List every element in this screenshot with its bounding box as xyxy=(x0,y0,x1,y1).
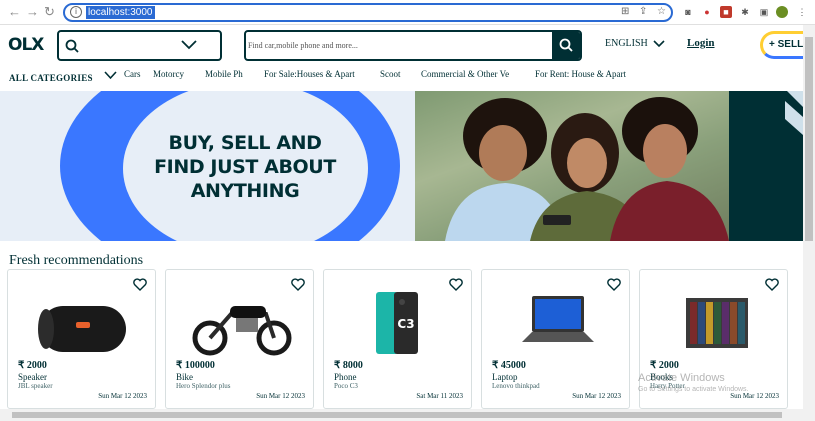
puzzle-extensions-icon[interactable]: ✱ xyxy=(739,6,751,18)
profile-avatar-icon[interactable] xyxy=(776,6,788,18)
os-activation-watermark: Activate Windows xyxy=(638,372,725,384)
reload-icon[interactable]: ↻ xyxy=(44,4,55,20)
product-date: Sat Mar 11 2023 xyxy=(416,392,463,400)
address-bar[interactable]: i localhost:3000 ⊞ ⇪ ☆ xyxy=(63,3,673,22)
banner-line: ANYTHING xyxy=(190,180,300,202)
vertical-scrollbar[interactable] xyxy=(803,25,815,421)
olx-logo[interactable]: OLX xyxy=(8,35,44,55)
translate-icon[interactable]: ⊞ xyxy=(621,6,629,17)
extension-badge-icon[interactable]: ● xyxy=(701,6,713,18)
sidepanel-icon[interactable]: ▣ xyxy=(758,6,770,18)
product-name: JBL speaker xyxy=(18,382,53,390)
product-category: Speaker xyxy=(18,372,47,382)
banner-line: BUY, SELL AND xyxy=(168,132,322,154)
all-categories[interactable]: ALL CATEGORIES xyxy=(9,73,93,83)
product-date: Sun Mar 12 2023 xyxy=(256,392,305,400)
chevron-down-icon[interactable] xyxy=(181,40,197,50)
site-info-icon[interactable]: i xyxy=(70,6,82,18)
forward-arrow-icon[interactable]: → xyxy=(26,4,39,20)
product-price: ₹ 2000 xyxy=(650,360,679,371)
banner-photo xyxy=(415,91,729,241)
product-card[interactable]: ₹ 2000 Speaker JBL speaker Sun Mar 12 20… xyxy=(7,269,156,409)
category-item[interactable]: Cars xyxy=(124,69,141,79)
category-item[interactable]: Mobile Ph xyxy=(205,69,243,79)
product-date: Sun Mar 12 2023 xyxy=(98,392,147,400)
scrollbar-thumb[interactable] xyxy=(805,37,813,241)
product-date: Sun Mar 12 2023 xyxy=(730,392,779,400)
site-header: OLX Find car,mobile phone and more... EN… xyxy=(0,25,815,65)
product-image xyxy=(522,296,594,342)
category-item[interactable]: For Sale:Houses & Apart xyxy=(264,69,355,79)
chevron-down-icon[interactable] xyxy=(104,71,117,80)
category-item[interactable]: Scoot xyxy=(380,69,401,79)
search-input[interactable]: Find car,mobile phone and more... xyxy=(248,41,358,50)
product-price: ₹ 45000 xyxy=(492,360,526,371)
category-item[interactable]: Motorcy xyxy=(153,69,184,79)
product-category: Phone xyxy=(334,372,357,382)
product-image xyxy=(192,306,292,356)
language-selector[interactable]: ENGLISH xyxy=(605,38,665,49)
product-category: Bike xyxy=(176,372,193,382)
section-title: Fresh recommendations xyxy=(9,253,144,268)
camera-extension-icon[interactable]: ◙ xyxy=(682,6,694,18)
browser-menu-icon[interactable]: ⋮ xyxy=(796,6,808,18)
category-item[interactable]: For Rent: House & Apart xyxy=(535,69,626,79)
product-name: Poco C3 xyxy=(334,382,358,390)
banner-headline: BUY, SELL AND FIND JUST ABOUT ANYTHING xyxy=(130,131,360,203)
location-input[interactable] xyxy=(57,30,222,61)
search-button[interactable] xyxy=(552,32,580,59)
product-price: ₹ 2000 xyxy=(18,360,47,371)
category-bar: ALL CATEGORIES Cars Motorcy Mobile Ph Fo… xyxy=(0,65,803,91)
scrollbar-thumb[interactable] xyxy=(12,412,782,418)
product-card[interactable]: ₹ 100000 Bike Hero Splendor plus Sun Mar… xyxy=(165,269,314,409)
language-label: ENGLISH xyxy=(605,38,648,49)
sell-label: + SELL xyxy=(769,39,804,50)
horizontal-scrollbar[interactable] xyxy=(0,409,803,421)
chevron-down-icon xyxy=(653,40,665,47)
search-icon xyxy=(65,39,79,53)
product-price: ₹ 100000 xyxy=(176,360,215,371)
os-activation-hint: Go to Settings to activate Windows. xyxy=(638,386,749,393)
back-arrow-icon[interactable]: ← xyxy=(8,4,21,20)
product-image xyxy=(38,306,126,352)
banner-accent xyxy=(729,91,803,241)
search-bar[interactable]: Find car,mobile phone and more... xyxy=(244,30,582,61)
login-link[interactable]: Login xyxy=(687,37,715,49)
svg-text:C3: C3 xyxy=(397,317,414,331)
product-name: Lenovo thinkpad xyxy=(492,382,540,390)
product-image xyxy=(686,298,748,348)
category-item[interactable]: Commercial & Other Ve xyxy=(421,69,509,79)
product-image: C3 xyxy=(376,292,418,354)
search-icon xyxy=(559,38,573,52)
extension-red-icon[interactable]: ■ xyxy=(720,6,732,18)
product-card[interactable]: C3 ₹ 8000 Phone Poco C3 Sat Mar 11 2023 xyxy=(323,269,472,409)
product-date: Sun Mar 12 2023 xyxy=(572,392,621,400)
product-name: Hero Splendor plus xyxy=(176,382,231,390)
product-price: ₹ 8000 xyxy=(334,360,363,371)
browser-toolbar: ← → ↻ i localhost:3000 ⊞ ⇪ ☆ ◙ ● ■ ✱ ▣ ⋮ xyxy=(0,0,815,25)
product-category: Laptop xyxy=(492,372,518,382)
share-icon[interactable]: ⇪ xyxy=(639,6,647,17)
bookmark-star-icon[interactable]: ☆ xyxy=(657,6,666,17)
banner-line: FIND JUST ABOUT xyxy=(154,156,336,178)
hero-banner[interactable]: BUY, SELL AND FIND JUST ABOUT ANYTHING xyxy=(0,91,803,241)
product-card[interactable]: ₹ 45000 Laptop Lenovo thinkpad Sun Mar 1… xyxy=(481,269,630,409)
address-url[interactable]: localhost:3000 xyxy=(86,6,155,19)
